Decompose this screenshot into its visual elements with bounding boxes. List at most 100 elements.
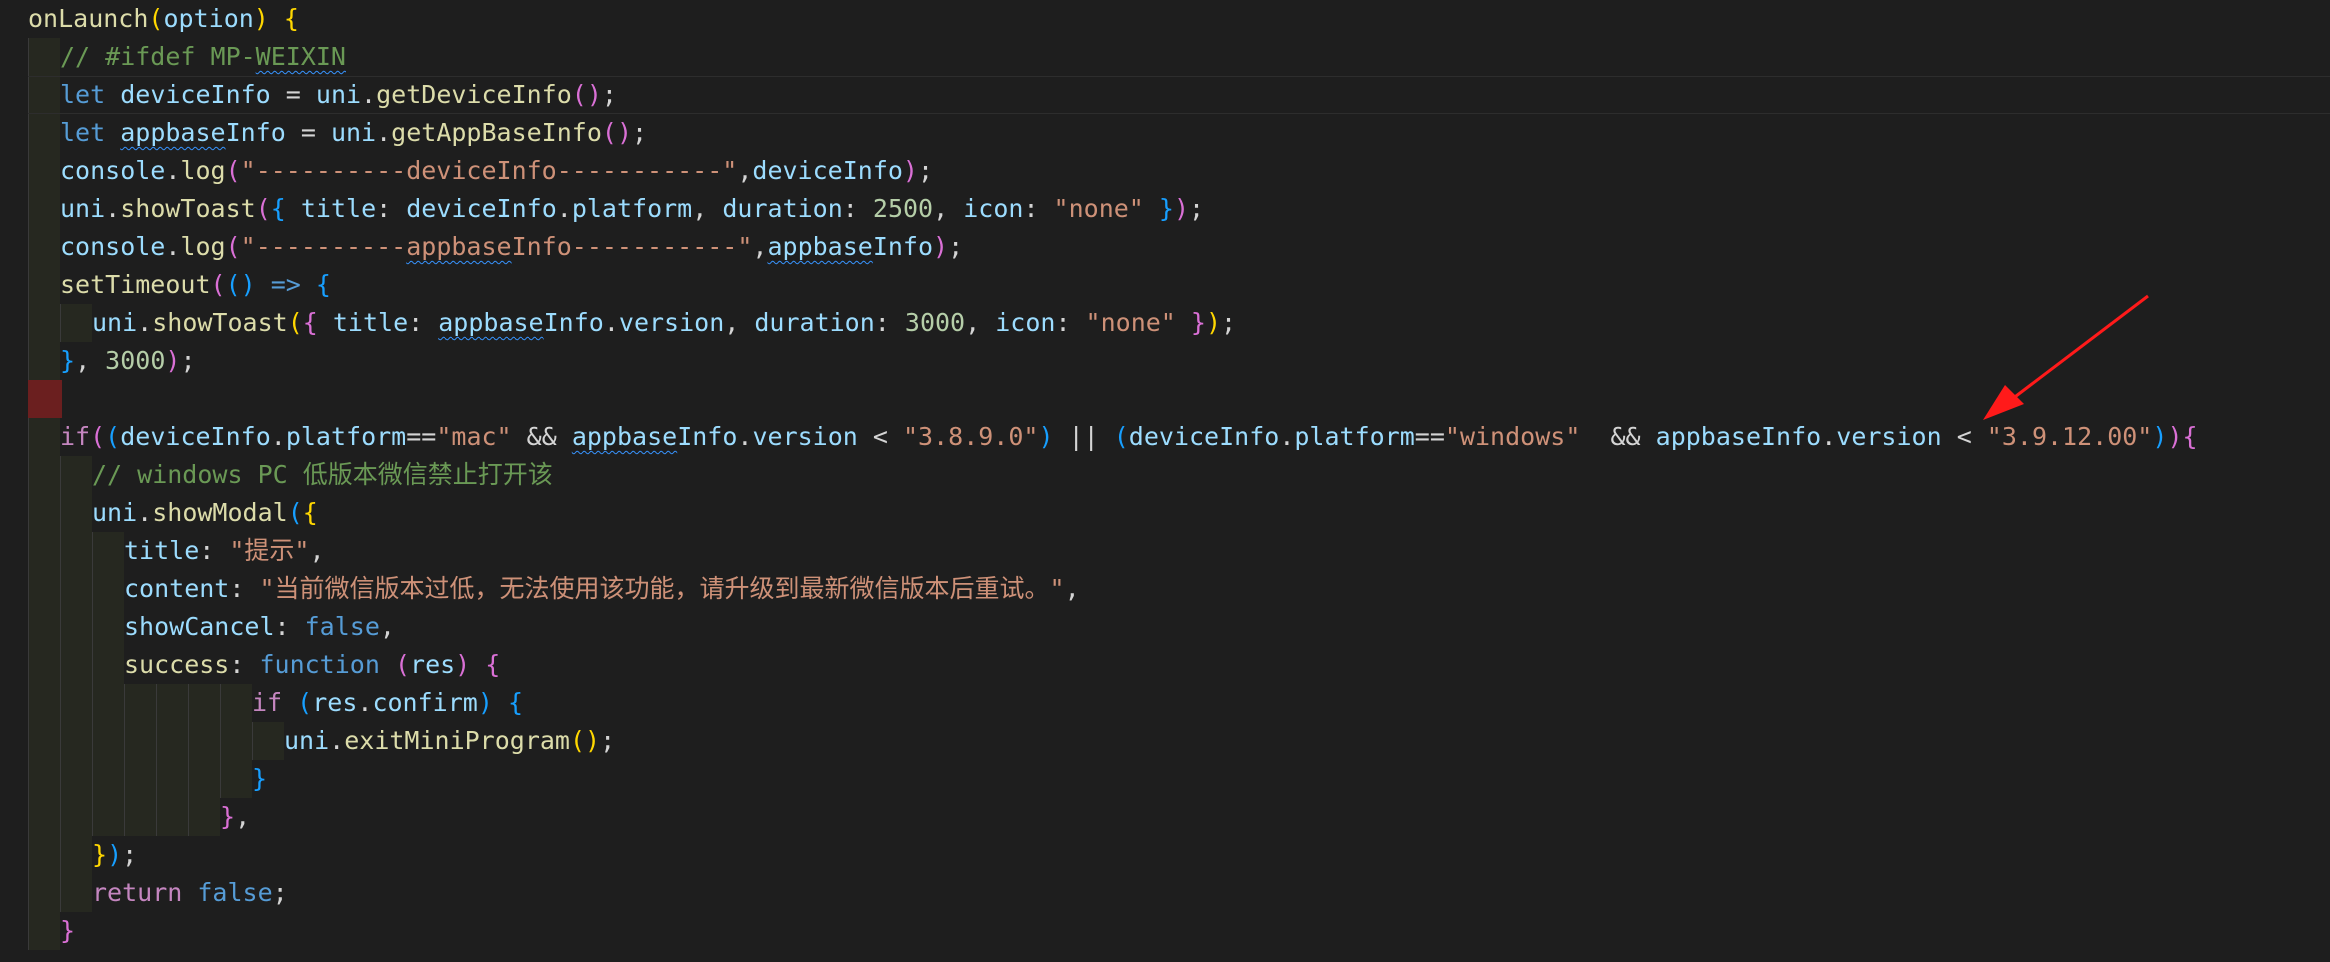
code-line[interactable]: }	[28, 912, 2330, 950]
code-token: Info	[677, 422, 738, 451]
indent-guide	[220, 760, 252, 798]
indent-guide	[28, 418, 60, 456]
code-token: (	[1113, 422, 1129, 451]
code-line[interactable]: console.log("----------appbaseInfo------…	[28, 228, 2330, 266]
code-editor[interactable]: onLaunch(option) {// #ifdef MP-WEIXIN let…	[0, 0, 2330, 962]
code-line[interactable]: let appbaseInfo = uni.getAppBaseInfo();	[28, 114, 2330, 152]
code-token: }	[60, 916, 76, 945]
code-token: .	[361, 80, 377, 109]
code-token: :	[229, 650, 260, 679]
code-line[interactable]: setTimeout(() => {	[28, 266, 2330, 304]
code-token: .	[270, 422, 286, 451]
code-token: .	[137, 498, 153, 527]
indent-guide	[28, 912, 60, 950]
code-token: )	[253, 4, 269, 33]
code-line[interactable]: content: "当前微信版本过低，无法使用该功能，请升级到最新微信版本后重试…	[28, 570, 2330, 608]
code-token: // windows PC 低版本微信禁止打开该	[92, 460, 553, 489]
code-line[interactable]: uni.showToast({ title: deviceInfo.platfo…	[28, 190, 2330, 228]
indent-guide	[28, 760, 60, 798]
breakpoint-marker[interactable]	[28, 380, 62, 418]
code-token: .	[137, 308, 153, 337]
code-token: ,	[933, 194, 964, 223]
code-lines[interactable]: onLaunch(option) {// #ifdef MP-WEIXIN let…	[28, 0, 2330, 950]
code-token: getAppBaseInfo	[391, 118, 602, 147]
code-token: .	[603, 308, 619, 337]
code-token: .	[737, 422, 753, 451]
code-line[interactable]: uni.showModal({	[28, 494, 2330, 532]
code-token: "----------deviceInfo-----------"	[240, 156, 738, 185]
code-token: (	[287, 308, 303, 337]
code-token: uni	[60, 194, 106, 223]
code-token: &&	[1580, 422, 1656, 451]
code-token: 2500	[872, 194, 934, 223]
code-token: ;	[600, 726, 616, 755]
code-token: option	[163, 4, 254, 33]
code-token: title	[300, 194, 377, 223]
code-token: :	[229, 574, 260, 603]
indent-guide	[60, 836, 92, 874]
code-token: ,	[235, 802, 251, 831]
code-line[interactable]: // windows PC 低版本微信禁止打开该	[28, 456, 2330, 494]
code-token: ==	[406, 422, 437, 451]
code-line[interactable]: if (res.confirm) {	[28, 684, 2330, 722]
code-token: "3.9.12.00"	[1986, 422, 2153, 451]
code-line[interactable]: let deviceInfo = uni.getDeviceInfo();	[28, 76, 2330, 114]
code-token: )	[1173, 194, 1190, 223]
code-token: platform	[1294, 422, 1415, 451]
code-line[interactable]: success: function (res) {	[28, 646, 2330, 684]
code-token: {	[2182, 422, 2198, 451]
code-token: duration	[722, 194, 843, 223]
code-token: {	[507, 688, 523, 717]
code-token: (	[225, 232, 241, 261]
code-line[interactable]: onLaunch(option) {	[28, 0, 2330, 38]
indent-guide	[28, 532, 60, 570]
indent-guide	[60, 608, 92, 646]
code-token: (	[105, 422, 121, 451]
code-token: deviceInfo	[120, 422, 271, 451]
code-token: Info-----------"	[511, 232, 753, 261]
code-token: :	[274, 612, 305, 641]
code-token: .	[165, 232, 181, 261]
indent-guide	[28, 722, 60, 760]
indent-guide	[124, 760, 156, 798]
code-token: uni	[92, 498, 138, 527]
code-line[interactable]: console.log("----------deviceInfo-------…	[28, 152, 2330, 190]
code-token: duration	[754, 308, 875, 337]
code-line[interactable]: // #ifdef MP-WEIXIN	[28, 38, 2330, 76]
indent-guide	[92, 684, 124, 722]
code-token: ;	[272, 878, 288, 907]
code-token: .	[105, 194, 121, 223]
indent-guide	[28, 798, 60, 836]
code-token: ,	[965, 308, 996, 337]
code-line[interactable]: if((deviceInfo.platform=="mac" && appbas…	[28, 418, 2330, 456]
indent-guide	[220, 684, 252, 722]
indent-guide	[60, 798, 92, 836]
indent-guide	[92, 798, 124, 836]
code-token: success	[124, 650, 230, 679]
code-token: {	[315, 270, 331, 299]
code-line[interactable]: });	[28, 836, 2330, 874]
indent-guide	[60, 874, 92, 912]
code-line[interactable]: title: "提示",	[28, 532, 2330, 570]
code-token: appbase	[767, 232, 873, 261]
indent-guide	[28, 684, 60, 722]
indent-guide	[188, 798, 220, 836]
code-token: {	[270, 194, 286, 223]
indent-guide	[156, 684, 188, 722]
code-line[interactable]: }	[28, 760, 2330, 798]
code-line[interactable]	[28, 380, 2330, 418]
code-line[interactable]: },	[28, 798, 2330, 836]
code-token: =	[270, 80, 316, 109]
indent-guide	[60, 494, 92, 532]
code-token: version	[618, 308, 725, 337]
code-line[interactable]: }, 3000);	[28, 342, 2330, 380]
code-token: WEIXIN	[255, 42, 346, 71]
code-line[interactable]: uni.exitMiniProgram();	[28, 722, 2330, 760]
code-line[interactable]: uni.showToast({ title: appbaseInfo.versi…	[28, 304, 2330, 342]
code-line[interactable]: showCancel: false,	[28, 608, 2330, 646]
code-token: <	[857, 422, 903, 451]
code-line[interactable]: return false;	[28, 874, 2330, 912]
